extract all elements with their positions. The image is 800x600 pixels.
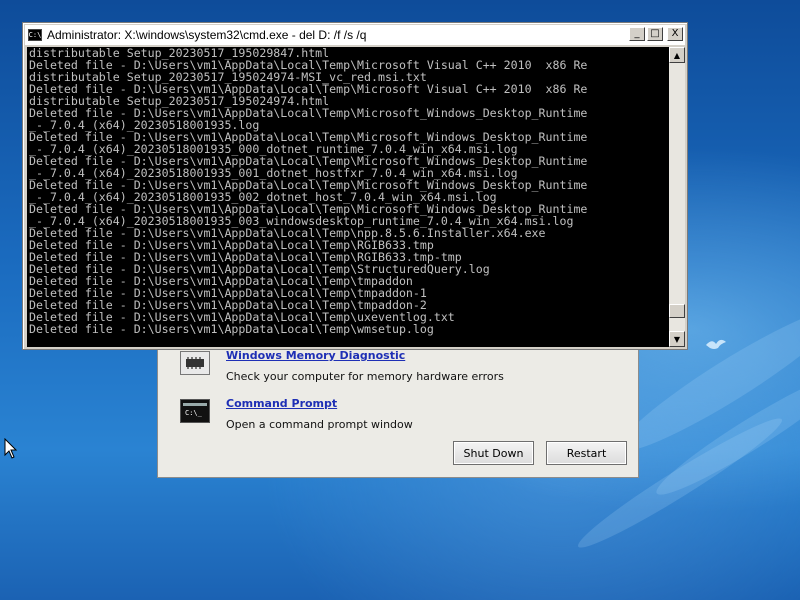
- scroll-up-arrow-icon[interactable]: ▲: [669, 47, 685, 63]
- console-output[interactable]: distributable Setup_20230517_195029847.h…: [27, 47, 669, 347]
- recovery-item-memory-diagnostic[interactable]: Windows Memory Diagnostic Check your com…: [180, 349, 504, 384]
- bird-icon: [706, 339, 726, 349]
- memory-diagnostic-description: Check your computer for memory hardware …: [226, 370, 504, 383]
- vertical-scrollbar[interactable]: ▲ ▼: [669, 47, 685, 347]
- restart-button[interactable]: Restart: [546, 441, 627, 465]
- cmd-titlebar[interactable]: C:\ Administrator: X:\windows\system32\c…: [25, 25, 685, 45]
- command-prompt-link[interactable]: Command Prompt: [226, 397, 413, 411]
- console-text: distributable Setup_20230517_195029847.h…: [29, 47, 588, 336]
- shut-down-button[interactable]: Shut Down: [453, 441, 534, 465]
- cmd-window[interactable]: C:\ Administrator: X:\windows\system32\c…: [22, 22, 688, 350]
- mouse-pointer-icon: [4, 438, 18, 459]
- command-prompt-icon: C:\_: [180, 399, 210, 423]
- command-prompt-description: Open a command prompt window: [226, 418, 413, 431]
- memory-diagnostic-link[interactable]: Windows Memory Diagnostic: [226, 349, 504, 363]
- maximize-button[interactable]: □: [647, 27, 663, 41]
- minimize-button[interactable]: _: [629, 27, 645, 41]
- recovery-item-command-prompt[interactable]: C:\_ Command Prompt Open a command promp…: [180, 397, 413, 432]
- svg-text:C:\_: C:\_: [185, 409, 203, 417]
- cmd-window-title: Administrator: X:\windows\system32\cmd.e…: [47, 28, 367, 42]
- cmd-system-icon[interactable]: C:\: [28, 29, 42, 41]
- scroll-down-arrow-icon[interactable]: ▼: [669, 331, 685, 347]
- close-button[interactable]: X: [667, 27, 683, 41]
- scroll-thumb[interactable]: [669, 304, 685, 319]
- memory-chip-icon: [180, 351, 210, 375]
